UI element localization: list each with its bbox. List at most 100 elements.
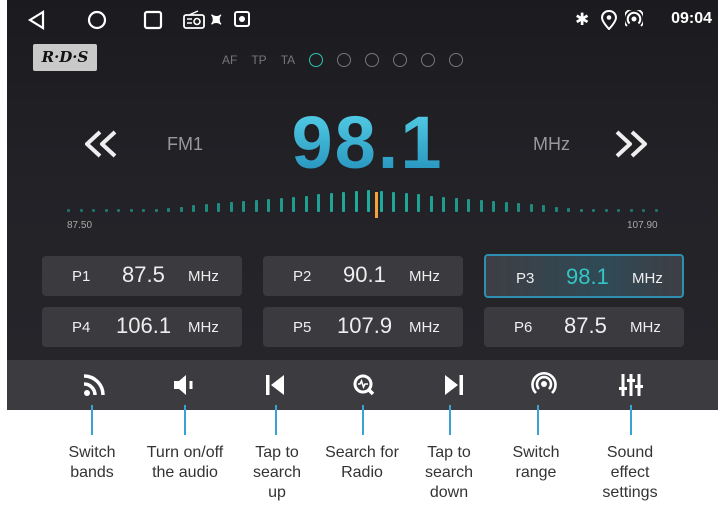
frequency-scale[interactable] [67, 190, 667, 220]
caption-switch-bands: Switch bands [68, 444, 116, 481]
flag-ta[interactable]: TA [281, 52, 295, 68]
preset-unit: MHz [188, 268, 219, 285]
search-icon [393, 53, 408, 67]
stereo-icon [309, 53, 324, 67]
scale-tick [129, 209, 133, 212]
preset-number: P4 [72, 319, 91, 336]
scale-tick [79, 209, 83, 212]
scale-tick [367, 190, 370, 212]
scale-tick [629, 209, 633, 212]
preset-value: 106.1 [116, 313, 172, 338]
annotation-line [184, 405, 186, 435]
caption-sound-settings: Sound effect settings [602, 444, 658, 501]
scale-tick [429, 195, 433, 212]
preset-value: 87.5 [122, 262, 165, 287]
preset-number: P5 [293, 319, 312, 336]
preset-unit: MHz [409, 268, 440, 285]
scale-tick [567, 207, 570, 212]
preset-unit: MHz [630, 319, 661, 336]
search-down-icon[interactable] [439, 370, 469, 400]
seek-back-icon[interactable] [83, 126, 119, 162]
caption-search-radio: Search for Radio [325, 444, 399, 481]
annotation-line [449, 405, 451, 435]
scale-tick [404, 193, 408, 212]
radio-status-icon [183, 10, 205, 29]
preset-p1[interactable]: P1 87.5 MHz [42, 256, 242, 296]
scale-tick [117, 209, 120, 212]
scale-tick [492, 201, 495, 212]
loop-icon [365, 53, 380, 67]
annotation-line [630, 405, 632, 435]
scale-tick [67, 209, 70, 212]
recents-nav-icon[interactable] [143, 10, 163, 30]
radio-flags: AF TP TA [222, 52, 464, 68]
preset-number: P6 [514, 319, 533, 336]
radio-screen: ⯍ ✱ 09:04 R·D·S AF TP TA FM1 98.1 MHz 87… [7, 0, 718, 410]
preset-value: 90.1 [343, 262, 386, 287]
scale-tick [617, 209, 620, 212]
bottom-toolbar [7, 360, 718, 410]
scale-tick [142, 209, 145, 212]
frequency-needle[interactable] [375, 192, 378, 218]
preset-unit: MHz [409, 319, 440, 336]
frequency-unit: MHz [533, 134, 570, 154]
back-nav-icon[interactable] [27, 10, 47, 30]
caption-switch-range: Switch range [512, 444, 560, 481]
annotation-line [275, 405, 277, 435]
scale-tick [342, 192, 345, 212]
caption-search-up: Tap to search up [252, 444, 302, 501]
scale-min-label: 87.50 [67, 220, 93, 231]
scale-tick [392, 192, 395, 212]
scale-tick [254, 199, 258, 212]
flag-tp[interactable]: TP [251, 52, 266, 68]
caption-audio-toggle: Turn on/off the audio [146, 444, 224, 481]
rds-badge[interactable]: R·D·S [33, 44, 97, 71]
scale-tick [229, 202, 233, 212]
preset-value: 107.9 [337, 313, 393, 338]
home-nav-icon[interactable] [87, 10, 107, 30]
seek-forward-icon[interactable] [613, 126, 649, 162]
scale-tick [442, 196, 445, 212]
scale-tick [267, 198, 270, 212]
preset-p6[interactable]: P6 87.5 MHz [484, 307, 684, 347]
caption-search-down: Tap to search down [424, 444, 474, 501]
scale-tick [504, 202, 508, 212]
bluetooth-icon: ✱ [575, 10, 590, 29]
preset-p4[interactable]: P4 106.1 MHz [42, 307, 242, 347]
download-icon [421, 53, 436, 67]
scale-tick [517, 203, 520, 212]
preset-unit: MHz [188, 319, 219, 336]
scale-tick [454, 197, 458, 212]
scale-tick [154, 208, 158, 212]
screenshot-status-icon [234, 11, 250, 27]
scale-tick [242, 201, 245, 212]
search-radio-icon[interactable] [349, 370, 379, 400]
scale-tick [542, 205, 545, 212]
broadcast-icon [337, 53, 352, 67]
status-time: 09:04 [671, 10, 712, 27]
scale-tick [642, 209, 645, 212]
location-icon [601, 10, 617, 30]
sound-settings-icon[interactable] [616, 370, 646, 400]
scale-tick [204, 204, 208, 212]
scale-tick [479, 199, 483, 212]
scale-tick [417, 194, 420, 212]
scale-tick [217, 203, 220, 212]
current-frequency: 98.1 [285, 98, 450, 188]
search-up-icon[interactable] [260, 370, 290, 400]
preset-value: 87.5 [564, 313, 607, 338]
annotation-line [537, 405, 539, 435]
preset-p2[interactable]: P2 90.1 MHz [263, 256, 463, 296]
switch-range-icon[interactable] [529, 370, 559, 400]
flag-af[interactable]: AF [222, 52, 237, 68]
annotation-line [91, 405, 93, 435]
preset-p3[interactable]: P3 98.1 MHz [484, 254, 684, 298]
scale-tick [292, 196, 295, 212]
audio-toggle-icon[interactable] [169, 370, 199, 400]
preset-p5[interactable]: P5 107.9 MHz [263, 307, 463, 347]
scale-tick [379, 191, 383, 212]
scale-tick [304, 195, 308, 212]
switch-bands-icon[interactable] [79, 370, 109, 400]
scale-tick [467, 198, 470, 212]
scale-tick [592, 209, 595, 212]
